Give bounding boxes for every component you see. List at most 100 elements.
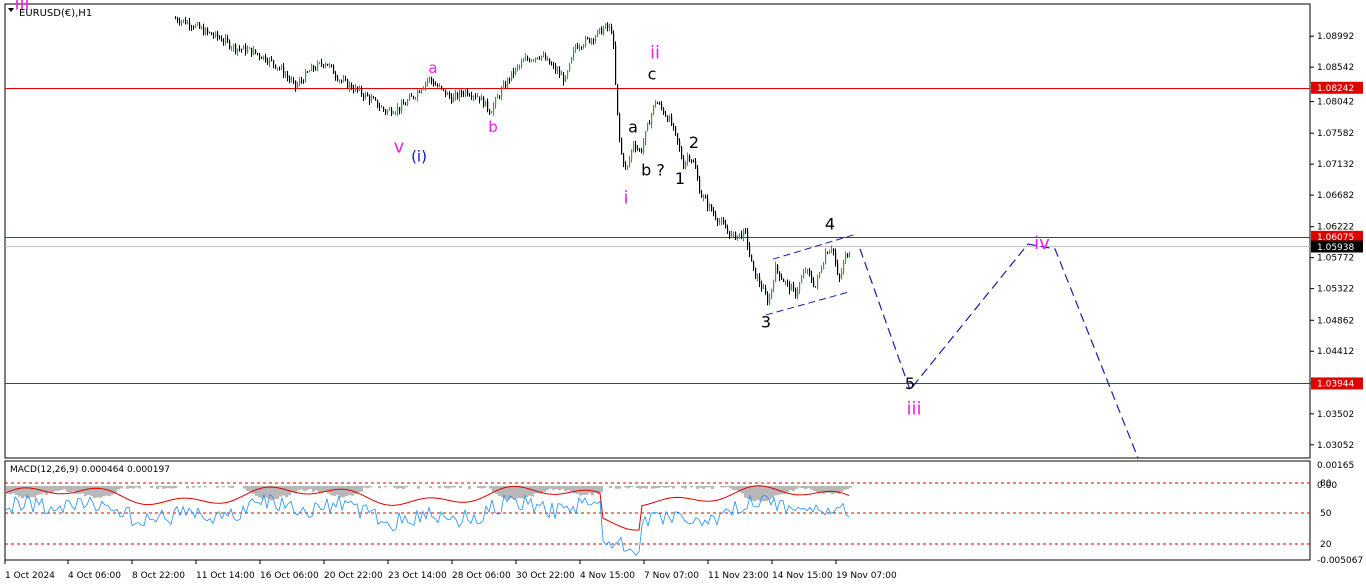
candle-body[interactable] xyxy=(609,26,611,29)
candle-body[interactable] xyxy=(717,218,719,223)
candle-body[interactable] xyxy=(291,79,293,81)
candle-body[interactable] xyxy=(425,82,427,88)
candle-body[interactable] xyxy=(379,106,381,108)
candle-body[interactable] xyxy=(299,80,301,85)
candle-body[interactable] xyxy=(343,78,345,82)
candle-body[interactable] xyxy=(671,116,673,125)
candle-body[interactable] xyxy=(241,49,243,50)
candle-body[interactable] xyxy=(561,74,563,76)
candle-body[interactable] xyxy=(217,32,219,38)
candle-body[interactable] xyxy=(617,84,619,115)
candle-body[interactable] xyxy=(595,36,597,41)
candle-body[interactable] xyxy=(625,164,627,167)
candle-body[interactable] xyxy=(631,150,633,160)
candle-body[interactable] xyxy=(321,62,323,65)
candle-body[interactable] xyxy=(309,70,311,73)
candle-body[interactable] xyxy=(531,59,533,62)
candle-body[interactable] xyxy=(329,64,331,66)
candle-body[interactable] xyxy=(237,48,239,53)
candle-body[interactable] xyxy=(467,89,469,95)
candle-body[interactable] xyxy=(429,77,431,80)
candle-body[interactable] xyxy=(203,27,205,35)
candle-body[interactable] xyxy=(599,28,601,31)
candle-body[interactable] xyxy=(269,58,271,64)
candle-body[interactable] xyxy=(345,78,347,80)
candle-body[interactable] xyxy=(333,65,335,74)
candle-body[interactable] xyxy=(473,96,475,98)
candle-body[interactable] xyxy=(417,91,419,98)
candle-body[interactable] xyxy=(459,91,461,98)
candle-body[interactable] xyxy=(581,47,583,48)
candle-body[interactable] xyxy=(183,19,185,22)
candle-body[interactable] xyxy=(487,100,489,110)
candle-body[interactable] xyxy=(433,81,435,85)
candle-body[interactable] xyxy=(535,57,537,60)
candle-body[interactable] xyxy=(371,97,373,102)
candle-body[interactable] xyxy=(193,26,195,28)
candle-body[interactable] xyxy=(813,280,815,287)
candle-body[interactable] xyxy=(179,21,181,24)
candle-body[interactable] xyxy=(691,159,693,162)
candle-body[interactable] xyxy=(369,96,371,102)
candle-body[interactable] xyxy=(335,73,337,78)
candle-body[interactable] xyxy=(811,274,813,281)
candle-body[interactable] xyxy=(213,35,215,37)
candle-body[interactable] xyxy=(725,223,727,229)
candle-body[interactable] xyxy=(477,96,479,98)
candle-body[interactable] xyxy=(629,159,631,167)
candle-body[interactable] xyxy=(503,83,505,89)
candle-body[interactable] xyxy=(465,89,467,95)
candle-body[interactable] xyxy=(181,21,183,24)
candle-body[interactable] xyxy=(827,252,829,254)
candle-body[interactable] xyxy=(247,48,249,53)
candle-body[interactable] xyxy=(569,63,571,72)
candle-body[interactable] xyxy=(355,86,357,91)
candle-body[interactable] xyxy=(763,287,765,289)
candle-body[interactable] xyxy=(301,80,303,82)
candle-body[interactable] xyxy=(777,264,779,272)
candle-body[interactable] xyxy=(651,114,653,125)
candle-body[interactable] xyxy=(227,37,229,41)
candle-body[interactable] xyxy=(263,55,265,59)
candle-body[interactable] xyxy=(667,116,669,122)
candle-body[interactable] xyxy=(195,24,197,28)
candle-body[interactable] xyxy=(709,204,711,208)
candle-body[interactable] xyxy=(453,96,455,103)
candle-body[interactable] xyxy=(279,68,281,69)
candle-body[interactable] xyxy=(669,116,671,122)
candle-body[interactable] xyxy=(741,233,743,239)
candle-body[interactable] xyxy=(391,109,393,115)
candle-body[interactable] xyxy=(281,66,283,69)
candle-body[interactable] xyxy=(529,59,531,62)
candle-body[interactable] xyxy=(573,49,575,58)
candle-body[interactable] xyxy=(285,74,287,76)
candle-body[interactable] xyxy=(295,80,297,88)
candle-body[interactable] xyxy=(773,282,775,289)
candle-body[interactable] xyxy=(489,109,491,114)
candle-body[interactable] xyxy=(409,95,411,101)
candle-body[interactable] xyxy=(565,76,567,82)
candle-body[interactable] xyxy=(401,102,403,111)
candle-body[interactable] xyxy=(215,32,217,37)
candle-body[interactable] xyxy=(635,143,637,149)
candle-body[interactable] xyxy=(683,158,685,169)
candle-body[interactable] xyxy=(245,46,247,53)
candle-body[interactable] xyxy=(287,74,289,78)
candle-body[interactable] xyxy=(743,230,745,239)
candle-body[interactable] xyxy=(223,41,225,43)
candle-body[interactable] xyxy=(435,84,437,86)
candle-body[interactable] xyxy=(661,103,663,109)
candle-body[interactable] xyxy=(845,253,847,262)
candle-body[interactable] xyxy=(575,46,577,50)
candle-body[interactable] xyxy=(521,61,523,66)
candle-body[interactable] xyxy=(357,86,359,90)
candle-body[interactable] xyxy=(737,235,739,240)
candle-body[interactable] xyxy=(789,282,791,291)
candle-body[interactable] xyxy=(385,109,387,113)
candle-body[interactable] xyxy=(735,232,737,240)
candle-body[interactable] xyxy=(187,21,189,24)
candle-body[interactable] xyxy=(497,96,499,98)
candle-body[interactable] xyxy=(485,100,487,107)
candle-body[interactable] xyxy=(821,268,823,273)
candle-body[interactable] xyxy=(421,89,423,93)
